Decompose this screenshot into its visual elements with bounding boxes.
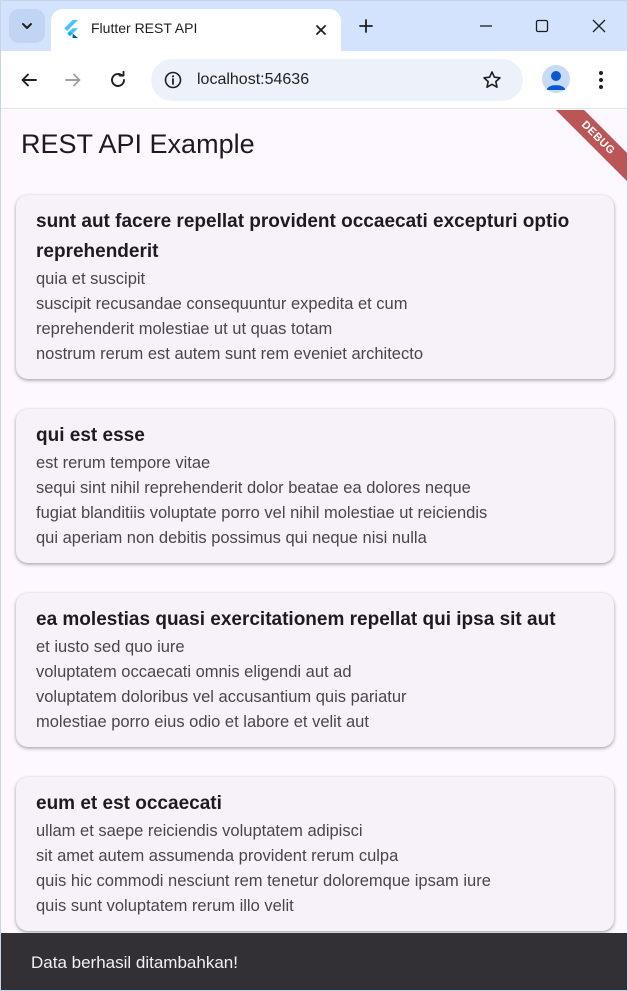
- close-icon: [316, 25, 326, 35]
- debug-banner: DEBUG: [544, 110, 627, 192]
- person-icon: [546, 71, 566, 90]
- bookmark-button[interactable]: [481, 69, 503, 91]
- post-card[interactable]: ea molestias quasi exercitationem repell…: [16, 593, 614, 747]
- post-body: ullam et saepe reiciendis voluptatem adi…: [36, 822, 491, 915]
- tab-search-button[interactable]: [9, 9, 45, 43]
- close-window-button[interactable]: [588, 15, 610, 37]
- snackbar: Data berhasil ditambahkan!: [1, 933, 627, 990]
- reload-icon: [111, 71, 125, 87]
- browser-window: Flutter REST API localhost:54636 REST AP…: [0, 0, 628, 991]
- arrow-right-icon: [65, 73, 81, 87]
- post-card[interactable]: qui est esse est rerum tempore vitae seq…: [16, 409, 614, 563]
- post-body: quia et suscipit suscipit recusandae con…: [36, 270, 423, 363]
- app-viewport: REST API Example DEBUG sunt aut facere r…: [1, 110, 627, 990]
- maximize-button[interactable]: [531, 15, 553, 37]
- tab-close-button[interactable]: [311, 20, 331, 40]
- post-card[interactable]: sunt aut facere repellat provident occae…: [16, 195, 614, 379]
- tab-active[interactable]: Flutter REST API: [51, 9, 341, 51]
- browser-toolbar: localhost:54636: [1, 51, 627, 109]
- forward-button[interactable]: [60, 67, 86, 93]
- profile-button[interactable]: [542, 65, 570, 93]
- page-title: REST API Example: [21, 129, 255, 159]
- maximize-icon: [535, 19, 549, 33]
- post-title: eum et est occaecati: [36, 793, 222, 814]
- minimize-icon: [480, 25, 492, 27]
- post-title: qui est esse: [36, 425, 145, 446]
- url-text[interactable]: localhost:54636: [197, 71, 309, 89]
- minimize-button[interactable]: [475, 15, 497, 37]
- more-vert-icon: [599, 71, 603, 89]
- tab-strip: Flutter REST API: [1, 1, 627, 51]
- close-icon: [592, 19, 606, 33]
- reload-button[interactable]: [105, 67, 131, 93]
- post-body: et iusto sed quo iure voluptatem occaeca…: [36, 638, 407, 731]
- post-body: est rerum tempore vitae sequi sint nihil…: [36, 454, 488, 547]
- flutter-logo-icon: [64, 20, 78, 38]
- post-title: ea molestias quasi exercitationem repell…: [36, 609, 556, 630]
- star-icon: [483, 71, 501, 88]
- arrow-left-icon: [21, 73, 37, 87]
- address-bar[interactable]: localhost:54636: [151, 59, 523, 101]
- posts-list[interactable]: sunt aut facere repellat provident occae…: [16, 195, 614, 961]
- post-title: sunt aut facere repellat provident occae…: [36, 211, 570, 262]
- chevron-down-icon: [22, 23, 32, 29]
- new-tab-button[interactable]: [355, 15, 377, 37]
- back-button[interactable]: [16, 67, 42, 93]
- info-icon: [164, 71, 182, 89]
- plus-icon: [359, 19, 373, 33]
- snackbar-message: Data berhasil ditambahkan!: [31, 953, 238, 972]
- browser-menu-button[interactable]: [591, 67, 611, 93]
- site-info-button[interactable]: [163, 70, 183, 90]
- tab-title: Flutter REST API: [91, 20, 198, 36]
- post-card[interactable]: eum et est occaecati ullam et saepe reic…: [16, 777, 614, 931]
